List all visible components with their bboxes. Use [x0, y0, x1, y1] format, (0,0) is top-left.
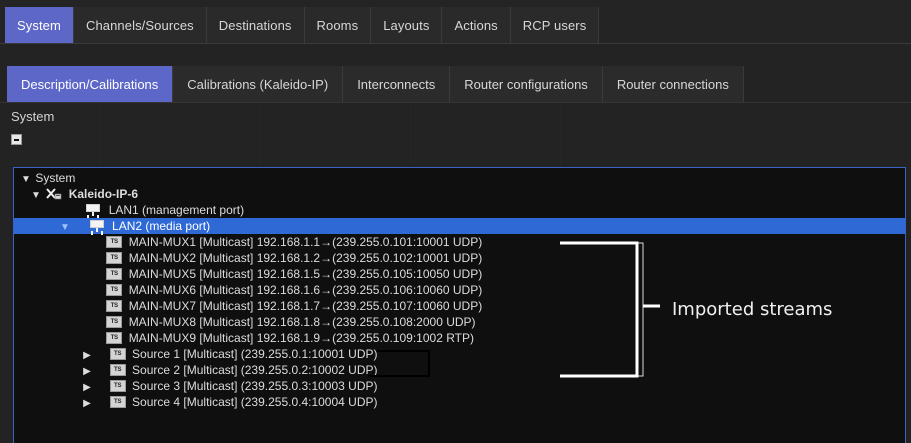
tree-row-kaleido-ip-6[interactable]: ▼ Kaleido-IP-6 [14, 186, 905, 202]
tab-rcp-users[interactable]: RCP users [510, 7, 600, 43]
kaleido-system-config-window: System Channels/Sources Destinations Roo… [0, 0, 911, 443]
subtab-interconnects[interactable]: Interconnects [343, 66, 451, 102]
ts-stream-icon: TS [109, 394, 127, 410]
sub-tab-row: Description/Calibrations Calibrations (K… [7, 66, 744, 102]
tree-row-stream[interactable]: TS MAIN-MUX2 [Multicast] 192.168.1.2→(23… [14, 250, 905, 266]
network-port-icon [89, 218, 107, 234]
subtab-router-configurations[interactable]: Router configurations [450, 66, 603, 102]
system-section-label: System [11, 109, 55, 124]
tab-destinations[interactable]: Destinations [206, 7, 305, 43]
stream-label: MAIN-MUX9 [Multicast] 192.168.1.9→(239.2… [128, 331, 474, 345]
source-label: Source 4 [Multicast] (239.255.0.4:10004 … [132, 395, 378, 409]
tree-row-source[interactable]: ▶ TS Source 3 [Multicast] (239.255.0.3:1… [14, 378, 905, 394]
tree-row-source[interactable]: ▶ TS Source 4 [Multicast] (239.255.0.4:1… [14, 394, 905, 410]
tree-label-device: Kaleido-IP-6 [68, 187, 139, 201]
ts-stream-icon: TS [105, 330, 123, 346]
tree-row-stream[interactable]: TS MAIN-MUX9 [Multicast] 192.168.1.9→(23… [14, 330, 905, 346]
tree-row-stream[interactable]: TS MAIN-MUX6 [Multicast] 192.168.1.6→(23… [14, 282, 905, 298]
multiviewer-icon [45, 186, 63, 202]
network-port-icon [85, 202, 103, 218]
tree-row-stream[interactable]: TS MAIN-MUX1 [Multicast] 192.168.1.1→(23… [14, 234, 905, 250]
stream-label: MAIN-MUX5 [Multicast] 192.168.1.5→(239.2… [128, 267, 483, 281]
tab-actions[interactable]: Actions [442, 7, 511, 43]
stream-label: MAIN-MUX8 [Multicast] 192.168.1.8→(239.2… [128, 315, 476, 329]
source-label: Source 1 [Multicast] (239.255.0.1:10001 … [132, 347, 378, 361]
source-label: Source 2 [Multicast] (239.255.0.2:10002 … [132, 363, 378, 377]
ts-stream-icon: TS [105, 314, 123, 330]
ts-stream-icon: TS [109, 362, 127, 378]
tree-row-stream[interactable]: TS MAIN-MUX5 [Multicast] 192.168.1.5→(23… [14, 266, 905, 282]
stream-label: MAIN-MUX6 [Multicast] 192.168.1.6→(239.2… [128, 283, 483, 297]
tree-row-system[interactable]: ▼ System [14, 170, 905, 186]
tab-layouts[interactable]: Layouts [371, 7, 443, 43]
ts-stream-icon: TS [105, 282, 123, 298]
subtab-calibrations-kaleido-ip[interactable]: Calibrations (Kaleido-IP) [173, 66, 344, 102]
imported-streams-label: Imported streams [672, 299, 833, 320]
ts-stream-icon: TS [105, 250, 123, 266]
tree-row-source[interactable]: ▶ TS Source 2 [Multicast] (239.255.0.2:1… [14, 362, 905, 378]
tab-channels-sources[interactable]: Channels/Sources [73, 7, 207, 43]
tree-row-source[interactable]: ▶ TS Source 1 [Multicast] (239.255.0.1:1… [14, 346, 905, 362]
tree-label-lan2: LAN2 (media port) [112, 219, 211, 233]
stream-label: MAIN-MUX7 [Multicast] 192.168.1.7→(239.2… [128, 299, 483, 313]
tree-label-system: System [35, 171, 76, 185]
ts-stream-icon: TS [105, 234, 123, 250]
background-grid [0, 103, 911, 165]
subtab-router-connections[interactable]: Router connections [602, 66, 744, 102]
subtab-description-calibrations[interactable]: Description/Calibrations [7, 66, 174, 102]
ts-stream-icon: TS [105, 266, 123, 282]
tree-label-lan1: LAN1 (management port) [108, 203, 245, 217]
main-tab-row: System Channels/Sources Destinations Roo… [5, 7, 600, 43]
stream-label: MAIN-MUX2 [Multicast] 192.168.1.2→(239.2… [128, 251, 483, 265]
ts-stream-icon: TS [105, 298, 123, 314]
ts-stream-icon: TS [109, 346, 127, 362]
tree-row-lan2[interactable]: ▼ LAN2 (media port) [14, 218, 905, 234]
expand-right-icon[interactable]: ▶ [82, 396, 92, 412]
stream-label: MAIN-MUX1 [Multicast] 192.168.1.1→(239.2… [128, 235, 483, 249]
source-label: Source 3 [Multicast] (239.255.0.3:10003 … [132, 379, 378, 393]
tab-system[interactable]: System [5, 7, 74, 43]
tab-rooms[interactable]: Rooms [304, 7, 372, 43]
tree-row-lan1[interactable]: LAN1 (management port) [14, 202, 905, 218]
ts-stream-icon: TS [109, 378, 127, 394]
collapse-all-button[interactable] [11, 134, 22, 145]
sub-tabbar: Description/Calibrations Calibrations (K… [0, 50, 911, 103]
main-tabbar: System Channels/Sources Destinations Roo… [0, 0, 911, 44]
